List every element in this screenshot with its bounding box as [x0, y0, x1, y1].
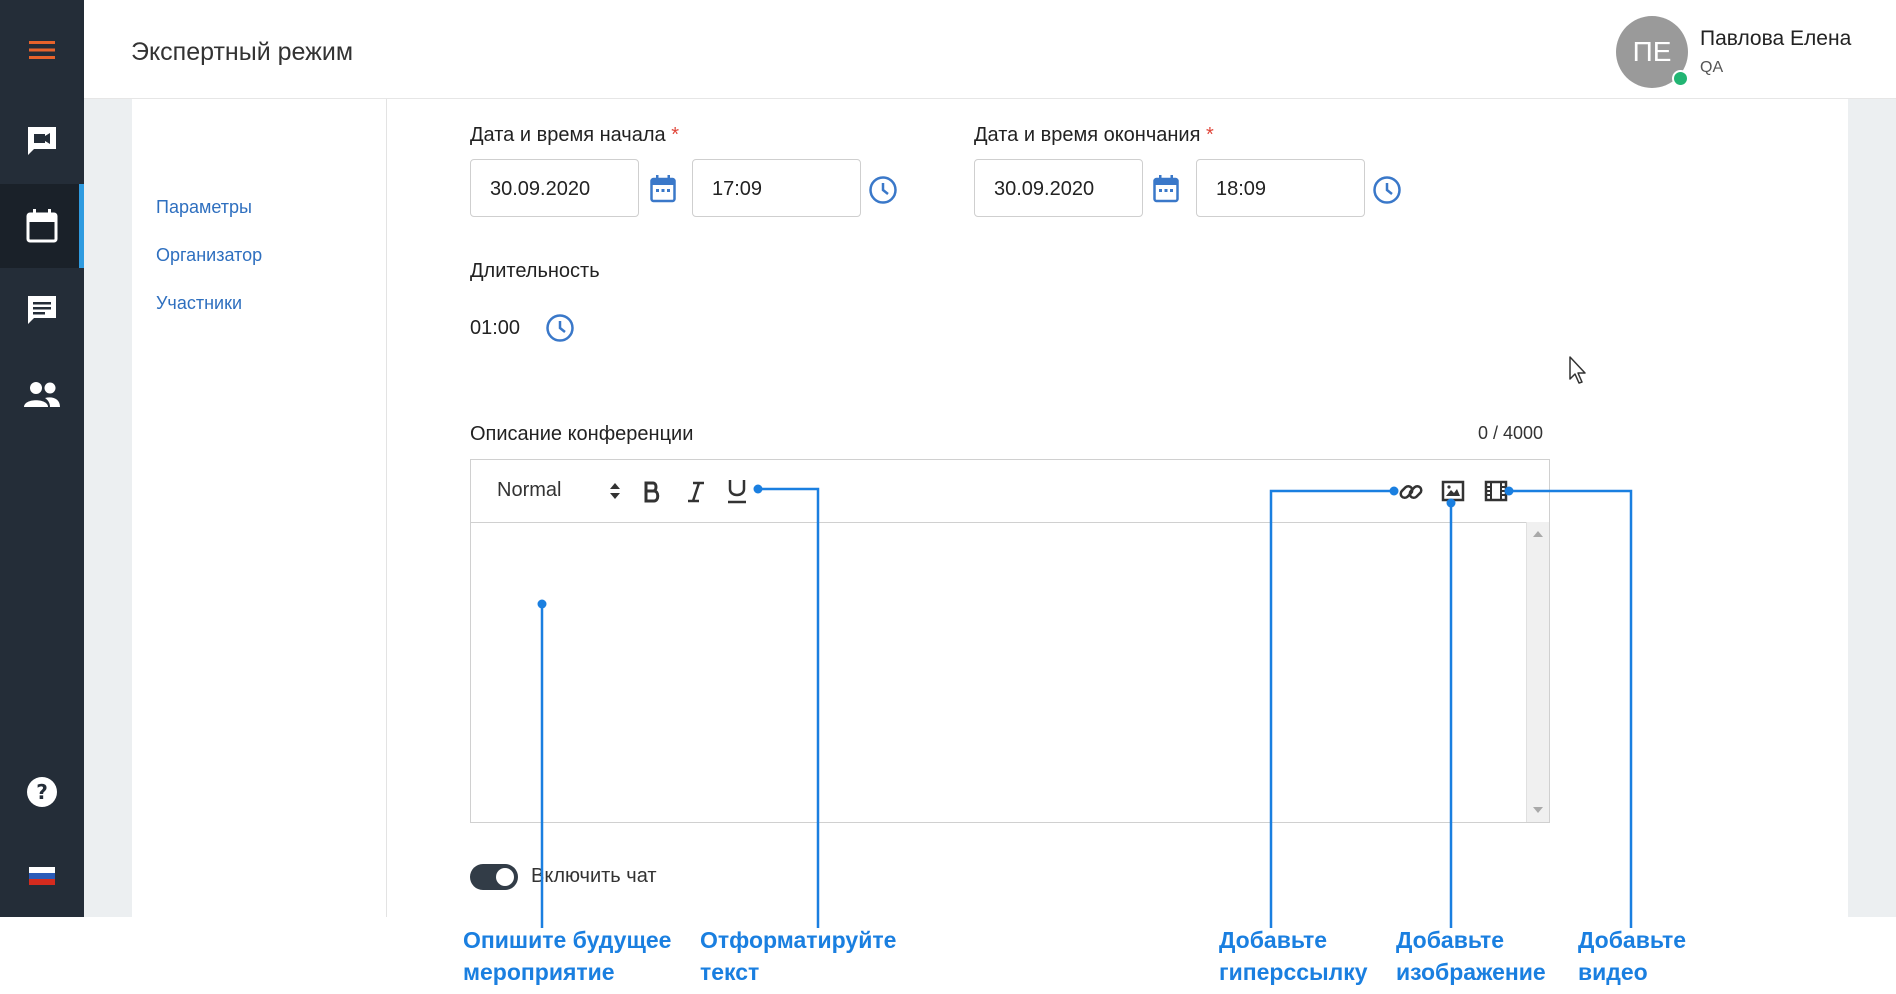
callout-image-line1: Добавьте	[1396, 927, 1505, 953]
calendar-icon[interactable]	[1153, 175, 1179, 203]
duration-label: Длительность	[470, 260, 600, 282]
sidebar-item-help[interactable]: ?	[0, 750, 84, 834]
avatar-initials: ПЕ	[1632, 36, 1672, 67]
language-flag-icon	[29, 867, 55, 885]
page-background-right	[1848, 99, 1896, 917]
end-datetime-label: Дата и время окончания *	[974, 124, 1214, 147]
chat-icon	[28, 296, 56, 324]
start-time-input[interactable]: 17:09	[692, 159, 861, 217]
svg-text:?: ?	[36, 780, 48, 804]
callout-format: Отформатируйте текст	[700, 924, 896, 988]
duration-value: 01:00	[470, 317, 521, 339]
callout-video: Добавьте видео	[1578, 924, 1686, 988]
callout-video-line1: Добавьте	[1578, 927, 1687, 953]
image-icon[interactable]	[1441, 480, 1465, 502]
sidebar-item-conferences[interactable]	[0, 99, 84, 183]
end-label-text: Дата и время окончания	[974, 124, 1201, 146]
user-name[interactable]: Павлова Елена	[1700, 27, 1851, 51]
video-conference-icon	[28, 127, 56, 155]
end-date-input[interactable]: 30.09.2020	[974, 159, 1143, 217]
calendar-icon	[26, 209, 58, 243]
mouse-cursor-icon	[1569, 356, 1586, 384]
main-sidebar: ?	[0, 0, 84, 917]
description-editor: Normal	[470, 459, 1550, 823]
sidebar-item-chat[interactable]	[0, 268, 84, 352]
section-nav-item-participants[interactable]: Участники	[156, 293, 242, 314]
chat-toggle-label: Включить чат	[531, 865, 657, 887]
menu-button[interactable]	[0, 8, 84, 92]
page-background	[84, 99, 132, 917]
user-role: QA	[1700, 59, 1724, 76]
callout-link-line2: гиперссылку	[1219, 959, 1368, 985]
callout-describe: Опишите будущее мероприятие	[463, 924, 671, 988]
scroll-down-icon[interactable]	[1532, 806, 1544, 814]
callout-format-line2: текст	[700, 959, 760, 985]
callout-image: Добавьте изображение	[1396, 924, 1546, 988]
sidebar-item-calendar[interactable]	[0, 184, 84, 268]
required-marker: *	[1206, 124, 1214, 146]
callout-format-line1: Отформатируйте	[700, 927, 897, 953]
start-date-input[interactable]: 30.09.2020	[470, 159, 639, 217]
chevron-updown-icon[interactable]	[609, 481, 621, 501]
scroll-up-icon[interactable]	[1532, 530, 1544, 538]
description-label: Описание конференции	[470, 423, 694, 445]
online-status-dot	[1672, 70, 1689, 87]
page-title: Экспертный режим	[131, 38, 354, 66]
link-icon[interactable]	[1398, 479, 1424, 505]
sidebar-item-contacts[interactable]	[0, 352, 84, 436]
character-counter: 0 / 4000	[1478, 423, 1544, 443]
section-nav-item-parameters[interactable]: Параметры	[156, 197, 252, 218]
underline-icon[interactable]	[726, 478, 748, 504]
callout-describe-line2: мероприятие	[463, 959, 615, 985]
callout-link-line1: Добавьте	[1219, 927, 1328, 953]
top-header: Экспертный режим ПЕ Павлова Елена QA	[84, 0, 1896, 99]
bold-icon[interactable]	[641, 480, 663, 504]
italic-icon[interactable]	[685, 480, 707, 504]
clock-icon[interactable]	[545, 313, 575, 343]
callout-video-line2: видео	[1578, 959, 1648, 985]
contacts-icon	[24, 382, 60, 407]
callout-image-line2: изображение	[1396, 959, 1546, 985]
editor-scrollbar[interactable]	[1526, 522, 1549, 822]
menu-icon	[29, 41, 55, 59]
start-datetime-label: Дата и время начала *	[470, 124, 679, 147]
video-icon[interactable]	[1484, 480, 1508, 502]
start-label-text: Дата и время начала	[470, 124, 666, 146]
calendar-icon[interactable]	[650, 175, 676, 203]
chat-toggle[interactable]	[470, 864, 518, 890]
callout-describe-line1: Опишите будущее	[463, 927, 672, 953]
section-nav-item-organizer[interactable]: Организатор	[156, 245, 262, 266]
format-select[interactable]: Normal	[497, 479, 561, 502]
clock-icon[interactable]	[1372, 175, 1402, 205]
sidebar-item-language[interactable]	[0, 834, 84, 918]
toggle-knob	[496, 868, 514, 886]
callout-link: Добавьте гиперссылку	[1219, 924, 1368, 988]
help-icon: ?	[27, 777, 57, 807]
clock-icon[interactable]	[868, 175, 898, 205]
description-textarea[interactable]	[471, 522, 1549, 822]
editor-toolbar: Normal	[471, 460, 1549, 523]
section-nav: Параметры Организатор Участники	[132, 99, 387, 917]
required-marker: *	[671, 124, 680, 146]
end-time-input[interactable]: 18:09	[1196, 159, 1365, 217]
